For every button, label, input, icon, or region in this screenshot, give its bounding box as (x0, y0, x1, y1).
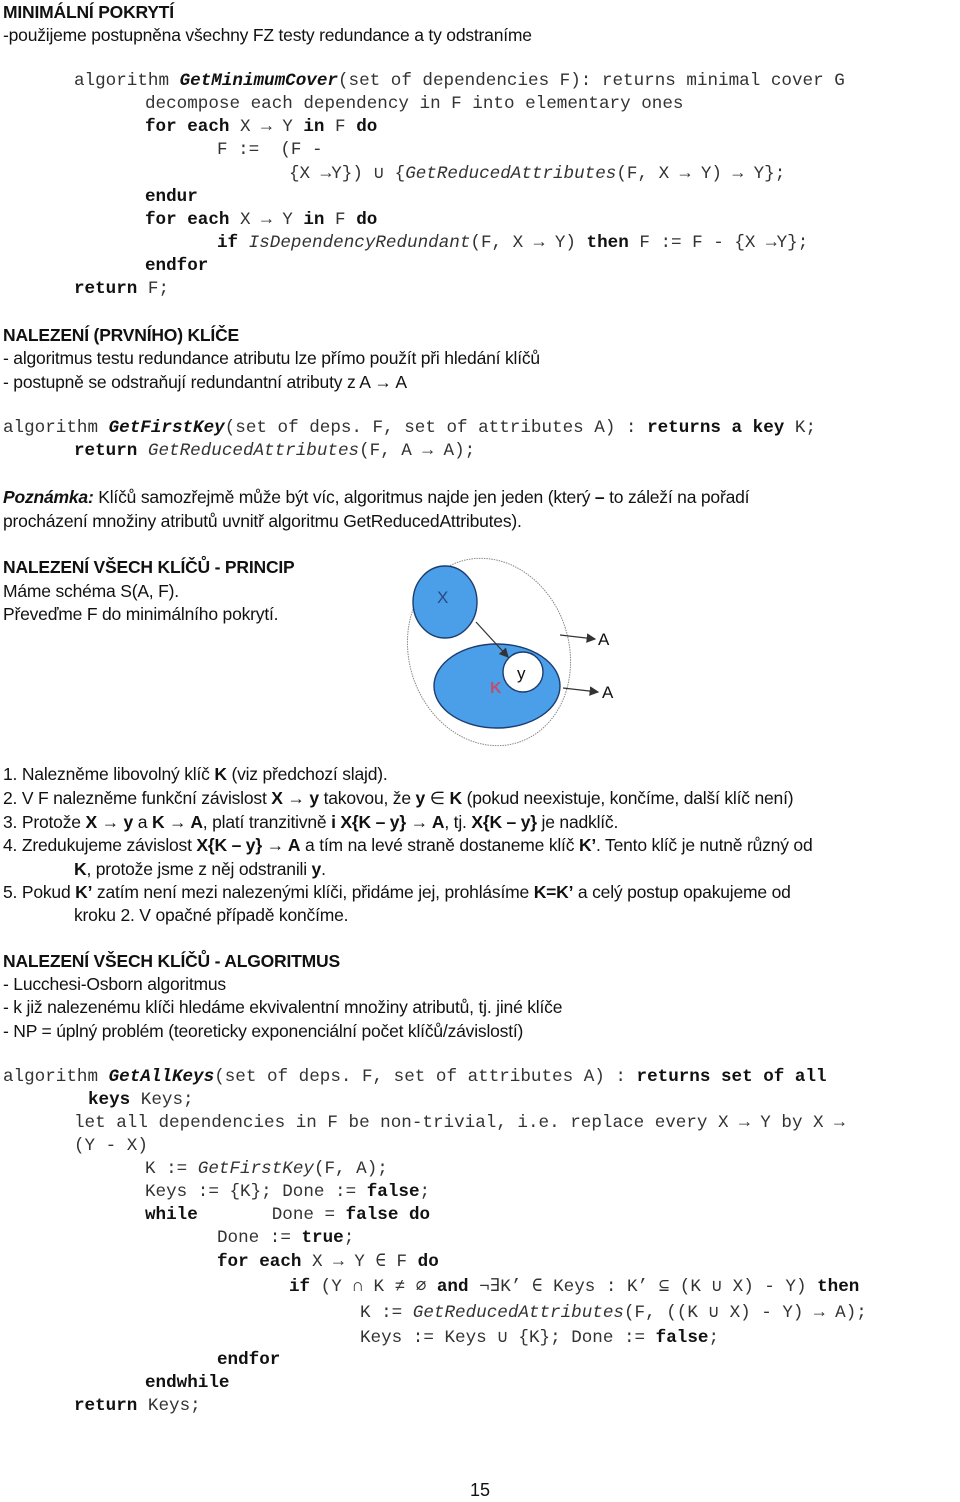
step-item: 3. Protože X → y a K → A, platí tranziti… (3, 811, 618, 835)
code-line: if (Y ∩ K ≠ ∅ and ¬∃K’ ∈ Keys : K’ ⊆ (K … (289, 1277, 860, 1297)
step-item: 2. V F nalezněme funkční závislost X → y… (3, 787, 794, 811)
page-number: 15 (469, 1480, 491, 1500)
step-text: , tj. (444, 812, 472, 832)
step-text: V F nalezněme funkční závislost (17, 788, 272, 808)
code-line: for each X → Y in F do (145, 210, 378, 230)
step-emphasis: K → A (151, 812, 203, 832)
code-line: Keys := {K}; Done := false; (145, 1182, 431, 1202)
step-text: , platí tranzitivně (202, 812, 332, 832)
note-paragraph-line2: procházení množiny atributů uvnitř algor… (3, 511, 522, 531)
code-line: {X →Y}) ∪ {GetReducedAttributes(F, X → Y… (289, 164, 786, 184)
label-a-top: A (598, 630, 610, 649)
step-emphasis: K (74, 859, 87, 879)
step-item: 1. Nalezněme libovolný klíč K (viz předc… (3, 763, 388, 787)
label-y: y (517, 664, 526, 683)
step-emphasis: X → y (85, 812, 134, 832)
code-line: keys Keys; (88, 1090, 194, 1110)
step-emphasis: K=K’ (533, 882, 574, 902)
step-text: a celý postup opakujeme od (573, 882, 791, 902)
note-paragraph: Poznámka: Klíčů samozřejmě může být víc,… (3, 487, 750, 507)
step-emphasis: y (415, 788, 426, 808)
step-emphasis: K (449, 788, 462, 808)
note-label: Poznámka: (3, 487, 94, 507)
step-item: 4. Zredukujeme závislost X{K – y} → A a … (3, 834, 813, 858)
step-number: 4. (3, 835, 18, 855)
bullet-item: - k již nalezenému klíči hledáme ekvival… (3, 997, 563, 1017)
code-line: while Done = false do (145, 1205, 431, 1225)
code-line: endfor (145, 256, 209, 276)
step-text: zatím není mezi nalezenými klíči, přidám… (92, 882, 534, 902)
step-item: 5. Pokud K’ zatím není mezi nalezenými k… (3, 881, 791, 905)
code-line: K := GetReducedAttributes(F, ((K ∪ X) - … (360, 1303, 867, 1323)
code-line: endwhile (145, 1373, 230, 1393)
label-a-bottom: A (602, 683, 614, 702)
code-line: endfor (217, 1350, 281, 1370)
step-emphasis: X{K – y} → A (196, 835, 301, 855)
step-text: takovou, že (318, 788, 416, 808)
bullet-item: - postupně se odstraňují redundantní atr… (3, 372, 407, 392)
code-line: K := GetFirstKey(F, A); (145, 1159, 388, 1179)
code-line: Keys := Keys ∪ {K}; Done := false; (360, 1328, 720, 1348)
step-text: Pokud (17, 882, 76, 902)
code-line: algorithm GetMinimumCover(set of depende… (74, 71, 845, 91)
code-line: algorithm GetAllKeys(set of deps. F, set… (3, 1067, 827, 1087)
step-text: . Tento klíč je nutně různý od (596, 835, 813, 855)
section-title-all-keys-principle: NALEZENÍ VŠECH KLÍČŮ - PRINCIP (3, 557, 295, 577)
step-text: , protože jsme z něj odstranili (86, 859, 312, 879)
step-text: (pokud neexistuje, končíme, další klíč n… (461, 788, 794, 808)
step-text: a tím na levé straně dostaneme klíč (300, 835, 579, 855)
step-text: ∈ (425, 788, 450, 808)
code-line: return Keys; (74, 1396, 201, 1416)
code-line: (Y - X) (74, 1136, 148, 1156)
code-line: for each X → Y ∈ F do (217, 1252, 439, 1272)
code-line: endur (145, 187, 198, 207)
step-number: 1. (3, 764, 18, 784)
code-line: let all dependencies in F be non-trivial… (74, 1113, 845, 1133)
code-line: return GetReducedAttributes(F, A → A); (74, 441, 476, 461)
code-line: algorithm GetFirstKey(set of deps. F, se… (3, 418, 817, 438)
section-title-all-keys-algorithm: NALEZENÍ VŠECH KLÍČŮ - ALGORITMUS (3, 951, 340, 971)
label-k: K (490, 680, 502, 697)
step-emphasis: y (311, 859, 322, 879)
step-emphasis: K’ (578, 835, 597, 855)
code-line: Done := true; (217, 1228, 355, 1248)
step-emphasis: i X{K – y} → A (331, 812, 445, 832)
bullet-item: - NP = úplný problém (teoreticky exponen… (3, 1021, 524, 1041)
step-text: kroku 2. V opačné případě končíme. (74, 905, 349, 925)
step-number: 2. (3, 788, 18, 808)
code-line: F := (F - (217, 140, 323, 160)
code-line: if IsDependencyRedundant(F, X → Y) then … (217, 233, 809, 253)
step-text: Nalezněme libovolný klíč (17, 764, 215, 784)
section-title-minimal-cover: MINIMÁLNÍ POKRYTÍ (3, 2, 174, 22)
step-number: 5. (3, 882, 18, 902)
bullet-item: - Lucchesi-Osborn algoritmus (3, 974, 226, 994)
section-title-first-key: NALEZENÍ (PRVNÍHO) KLÍČE (3, 325, 239, 345)
step-emphasis: K (214, 764, 227, 784)
step-text: . (321, 859, 326, 879)
key-diagram: X y K A A (400, 552, 660, 752)
step-emphasis: X → y (271, 788, 319, 808)
code-line: return F; (74, 279, 170, 299)
step-text: Protože (17, 812, 86, 832)
label-x: X (437, 588, 448, 607)
step-emphasis: X{K – y} (471, 812, 537, 832)
step-continuation: K, protože jsme z něj odstranili y. (74, 858, 326, 882)
document-page: MINIMÁLNÍ POKRYTÍ -použijeme postupněna … (0, 0, 960, 1502)
code-line: decompose each dependency in F into elem… (145, 94, 684, 114)
step-emphasis: K’ (75, 882, 93, 902)
arrow-outer-to-a (559, 633, 597, 643)
text-line: Převeďme F do minimálního pokrytí. (3, 604, 279, 624)
step-number: 3. (3, 812, 18, 832)
step-text: Zredukujeme závislost (17, 835, 197, 855)
step-continuation: kroku 2. V opačné případě končíme. (74, 904, 349, 928)
section-subtitle: -použijeme postupněna všechny FZ testy r… (3, 25, 532, 45)
arrow-k-to-a (562, 686, 600, 696)
step-text: a (133, 812, 152, 832)
step-text: je nadklíč. (536, 812, 619, 832)
text-line: Máme schéma S(A, F). (3, 581, 179, 601)
step-text: (viz předchozí slajd). (226, 764, 388, 784)
bullet-item: - algoritmus testu redundance atributu l… (3, 348, 540, 368)
code-line: for each X → Y in F do (145, 117, 378, 137)
